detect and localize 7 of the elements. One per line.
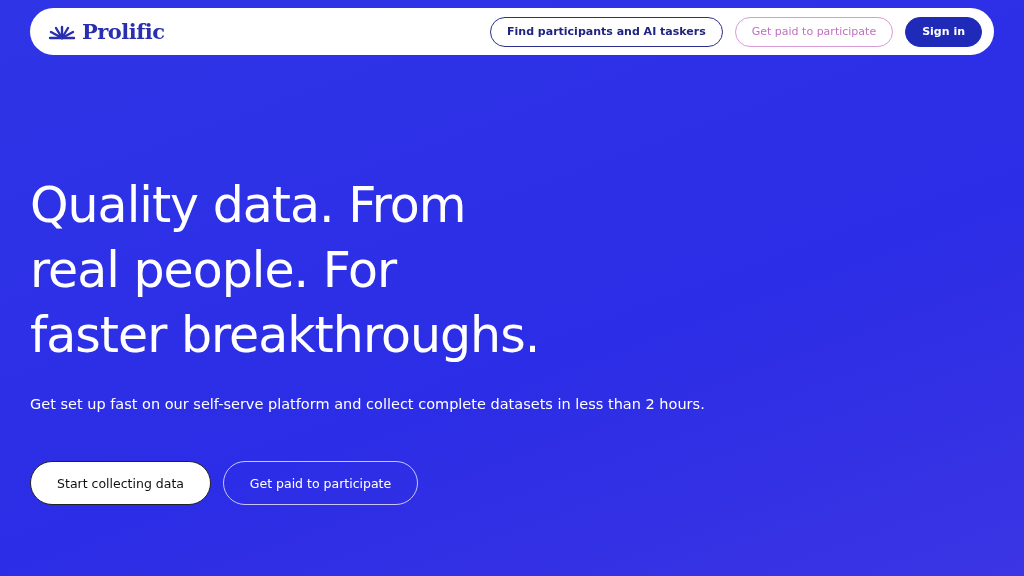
cta-button[interactable]: Start collecting data (30, 461, 211, 505)
hero-subtitle: Get set up fast on our self-serve platform and collect complete datasets in less than 2 hours. (30, 396, 705, 412)
hero-headline: Quality data. From real people. For faster breakthroughs. (30, 176, 540, 366)
brand-name[interactable]: Prolific (82, 19, 165, 44)
nav-button[interactable]: Sign in (905, 16, 982, 47)
nav-button[interactable]: Find participants and AI taskers (490, 16, 723, 47)
logo-icon (48, 23, 76, 40)
